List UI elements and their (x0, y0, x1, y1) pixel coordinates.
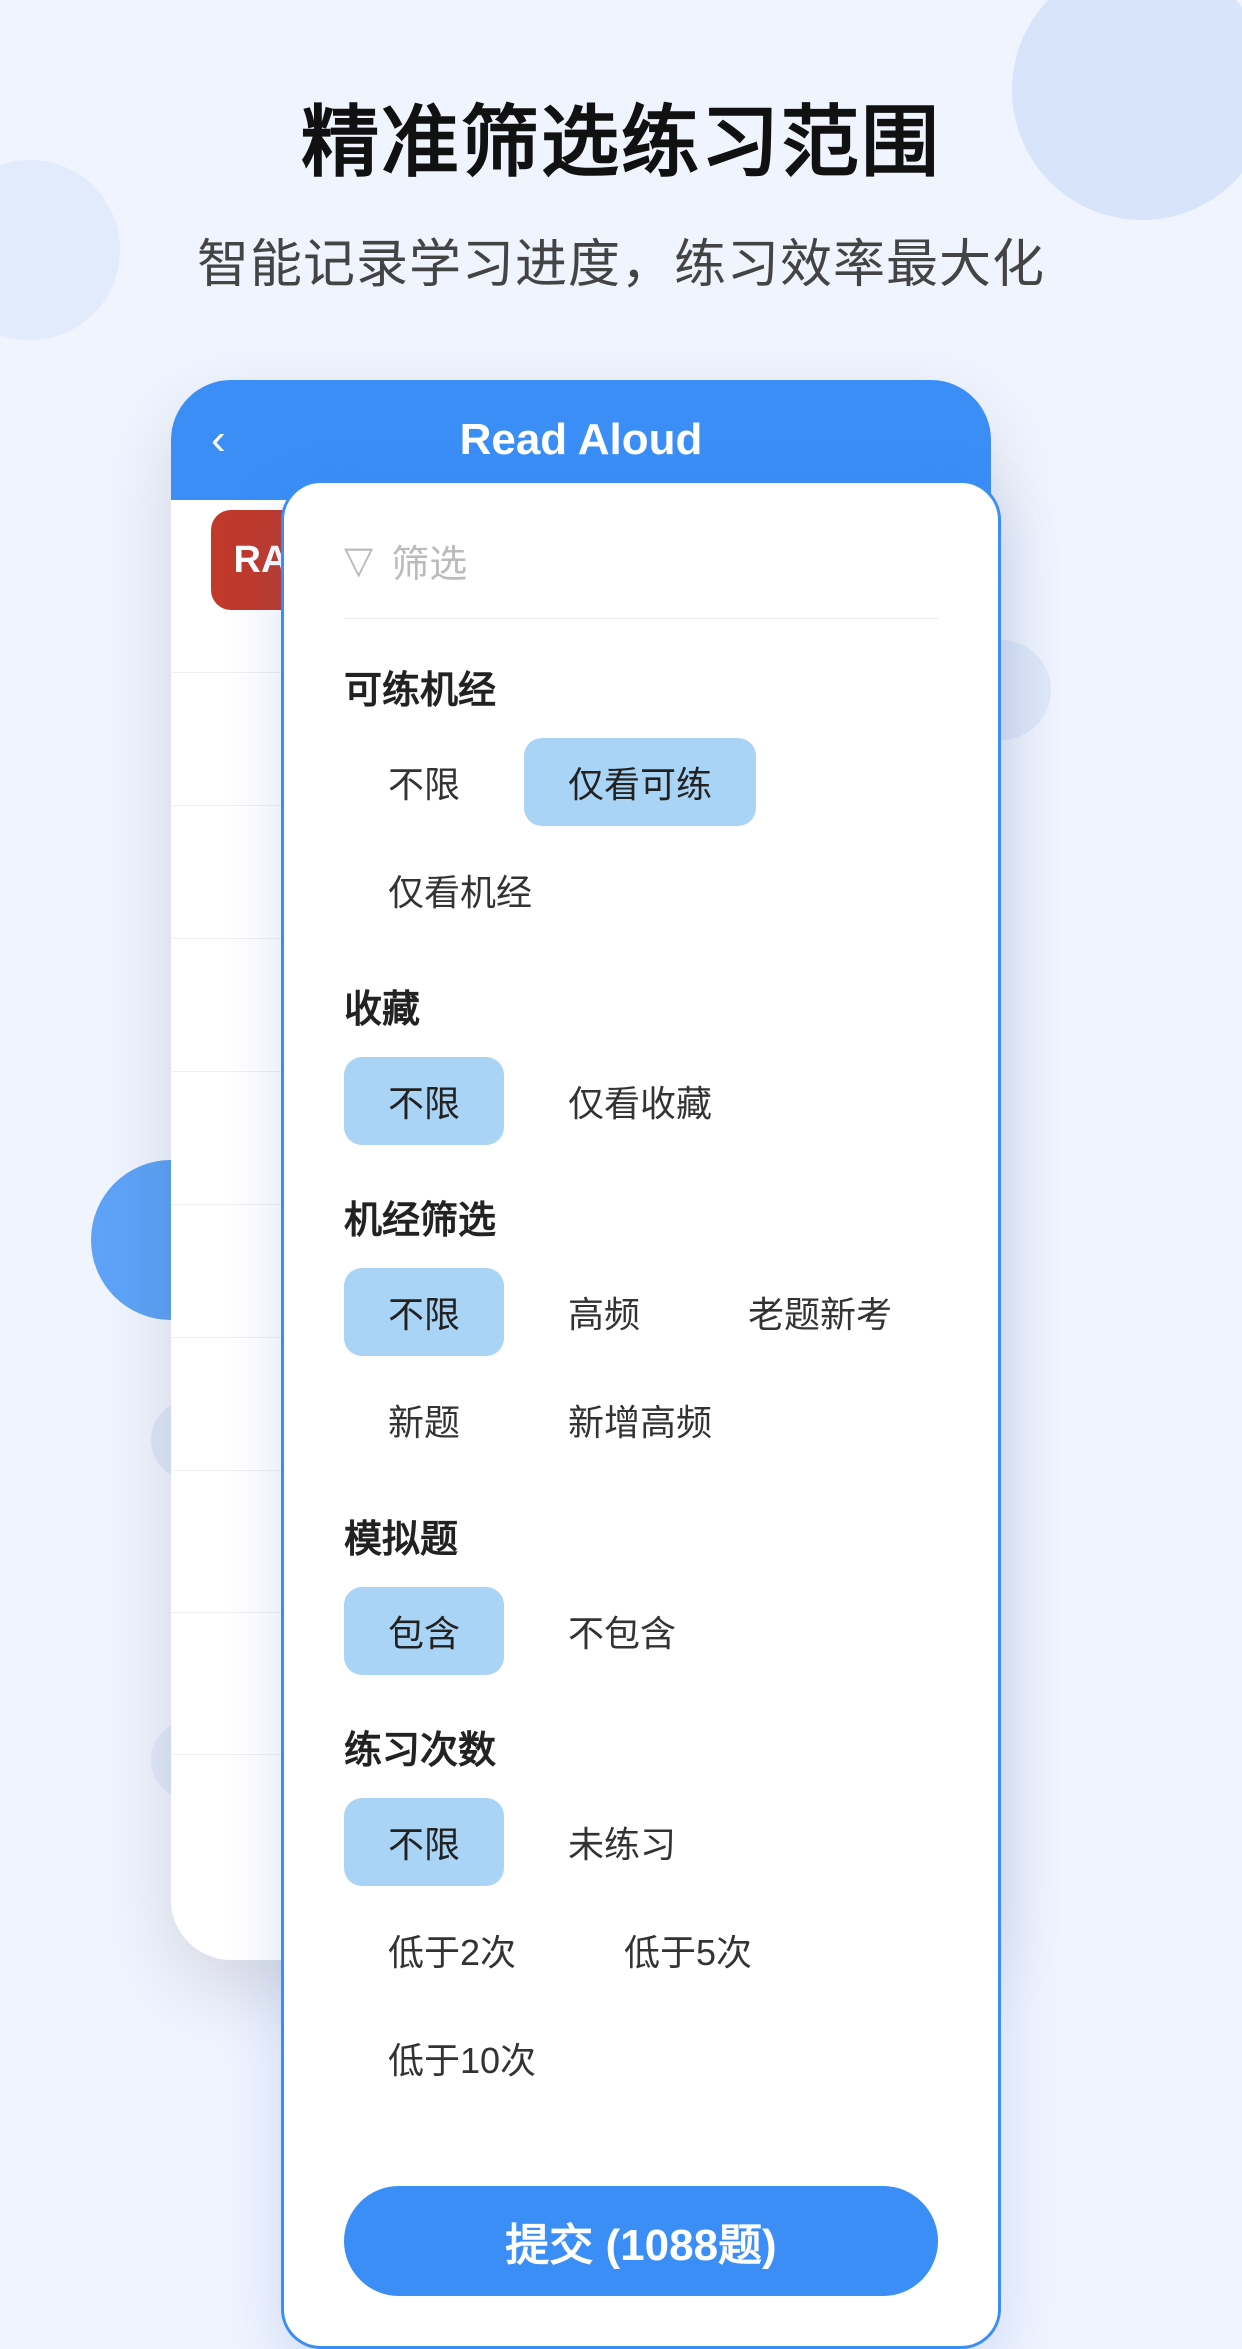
option-jinkanjijing[interactable]: 仅看机经 (344, 846, 576, 934)
page-subtitle: 智能记录学习进度，练习效率最大化 (0, 222, 1242, 297)
section-title-lianxicishu: 练习次数 (344, 1719, 938, 1774)
filter-modal: ▽ 筛选 可练机经 不限 仅看可练 仅看机经 收藏 不限 仅看收藏 机经筛选 不… (281, 480, 1001, 2349)
options-shoucang: 不限 仅看收藏 (344, 1057, 938, 1145)
filter-section-jijingshaixuan: 机经筛选 不限 高频 老题新考 新题 新增高频 (344, 1189, 938, 1464)
options-kejilianjing: 不限 仅看可练 仅看机经 (344, 738, 938, 934)
filter-icon: ▽ (344, 538, 373, 583)
filter-section-kejilianjing: 可练机经 不限 仅看可练 仅看机经 (344, 659, 938, 934)
section-title-jijingshaixuan: 机经筛选 (344, 1189, 938, 1244)
option-buxian-1[interactable]: 不限 (344, 738, 504, 826)
option-diyu10ci[interactable]: 低于10次 (344, 2014, 580, 2102)
options-moniti: 包含 不包含 (344, 1587, 938, 1675)
header-section: 精准筛选练习范围 智能记录学习进度，练习效率最大化 (0, 80, 1242, 297)
options-lianxicishu: 不限 未练习 低于2次 低于5次 低于10次 (344, 1798, 938, 2102)
filter-section-shoucang: 收藏 不限 仅看收藏 (344, 978, 938, 1145)
option-baohang[interactable]: 包含 (344, 1587, 504, 1675)
section-title-kejilianjing: 可练机经 (344, 659, 938, 714)
filter-section-moniti: 模拟题 包含 不包含 (344, 1508, 938, 1675)
submit-button[interactable]: 提交 (1088题) (344, 2186, 938, 2296)
option-xinzenggaopin[interactable]: 新增高频 (524, 1376, 756, 1464)
section-title-shoucang: 收藏 (344, 978, 938, 1033)
option-diyu5ci[interactable]: 低于5次 (580, 1906, 796, 1994)
option-xinti[interactable]: 新题 (344, 1376, 504, 1464)
option-diyu2ci[interactable]: 低于2次 (344, 1906, 560, 1994)
option-buxian-2[interactable]: 不限 (344, 1057, 504, 1145)
options-jijingshaixuan: 不限 高频 老题新考 新题 新增高频 (344, 1268, 938, 1464)
page-title: 精准筛选练习范围 (0, 80, 1242, 192)
option-laotixinkao[interactable]: 老题新考 (704, 1268, 936, 1356)
filter-section-lianxicishu: 练习次数 不限 未练习 低于2次 低于5次 低于10次 (344, 1719, 938, 2102)
section-title-moniti: 模拟题 (344, 1508, 938, 1563)
option-bubaohang[interactable]: 不包含 (524, 1587, 720, 1675)
option-buxian-3[interactable]: 不限 (344, 1268, 504, 1356)
option-buxian-4[interactable]: 不限 (344, 1798, 504, 1886)
back-button[interactable]: ‹ (211, 415, 226, 465)
filter-header: ▽ 筛选 (344, 533, 938, 619)
option-weilianxi[interactable]: 未练习 (524, 1798, 720, 1886)
filter-header-text: 筛选 (391, 533, 467, 588)
phone-container: ‹ Read Aloud RA 1. Book ch #213 2. Austr… (171, 380, 1071, 2080)
option-jinkanshoucang[interactable]: 仅看收藏 (524, 1057, 756, 1145)
option-jinkankenlian[interactable]: 仅看可练 (524, 738, 756, 826)
screen-title: Read Aloud (460, 415, 703, 465)
option-gaopin[interactable]: 高频 (524, 1268, 684, 1356)
